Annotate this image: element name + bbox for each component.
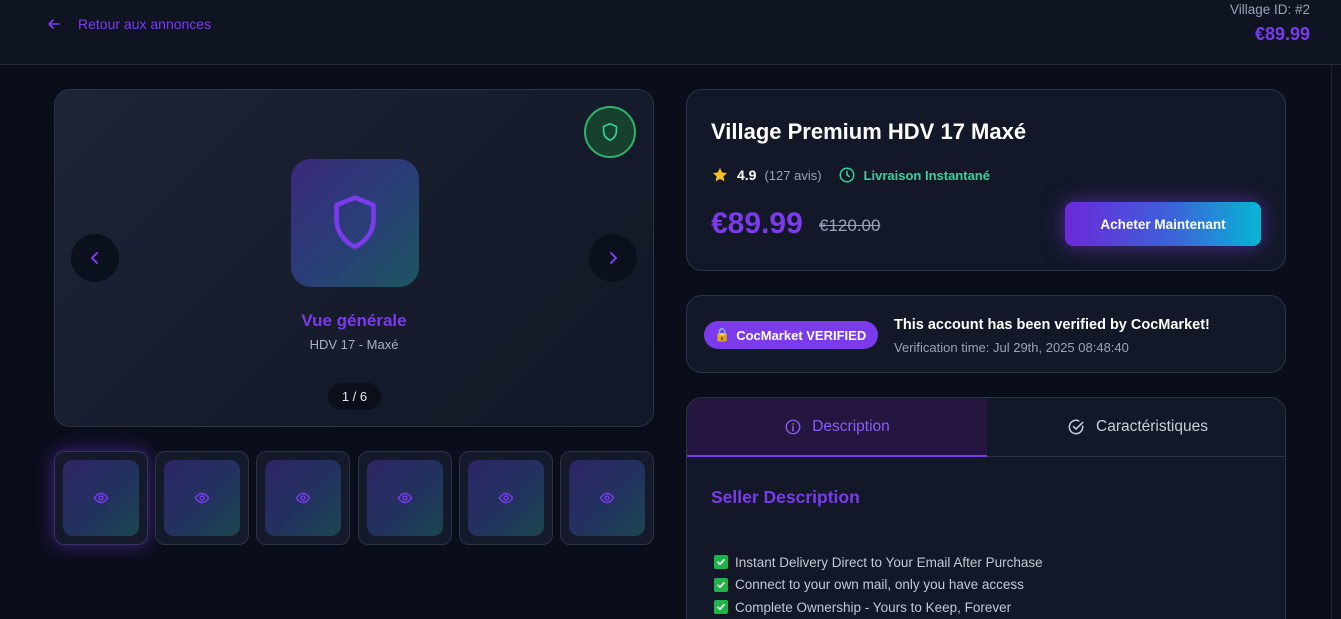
back-to-listings-link[interactable]: Retour aux annonces — [46, 15, 211, 33]
next-image-button[interactable] — [589, 234, 637, 282]
current-price: €89.99 — [711, 207, 803, 240]
checkmark-icon — [714, 555, 728, 570]
feature-text: Connect to your own mail, only you have … — [735, 577, 1024, 593]
chevron-left-icon — [91, 252, 98, 264]
check-circle-icon — [1068, 419, 1084, 435]
product-title: Village Premium HDV 17 Maxé — [711, 119, 1027, 144]
thumbnail-3[interactable] — [256, 451, 350, 545]
slide-title: Vue générale — [301, 311, 407, 330]
delivery-label: Livraison Instantané — [863, 167, 990, 183]
thumbnail-tile — [63, 460, 139, 536]
tab-description-label: Description — [812, 417, 890, 435]
thumbnail-tile — [164, 460, 240, 536]
slide-subtitle: HDV 17 - Maxé — [309, 337, 399, 352]
arrow-left-icon — [48, 19, 60, 29]
tab-characteristics[interactable]: Caractéristiques — [987, 398, 1285, 457]
top-right-summary: Village ID: #2 €89.99 — [1230, 2, 1310, 45]
shield-icon — [334, 195, 376, 250]
back-link-label: Retour aux annonces — [78, 16, 212, 32]
eye-icon — [194, 492, 210, 504]
shield-icon — [602, 122, 618, 142]
shield-badge — [584, 106, 636, 158]
feature-list: Instant Delivery Direct to Your Email Af… — [714, 551, 1043, 619]
thumbnail-4[interactable] — [358, 451, 452, 545]
header-price: €89.99 — [1254, 24, 1310, 44]
image-gallery: Vue générale HDV 17 - Maxé 1 / 6 — [54, 89, 654, 427]
rating-value: 4.9 — [737, 167, 757, 183]
review-count: (127 avis) — [764, 167, 822, 183]
village-id: Village ID: #2 — [1229, 2, 1310, 17]
verified-badge-label: CocMarket VERIFIED — [736, 327, 867, 343]
verified-badge: 🔒 CocMarket VERIFIED — [704, 321, 879, 349]
eye-icon — [295, 492, 311, 504]
clock-icon — [839, 167, 855, 183]
thumbnail-5[interactable] — [459, 451, 553, 545]
feature-text: Complete Ownership - Yours to Keep, Fore… — [735, 599, 1012, 615]
star-icon — [712, 167, 728, 182]
details-tabs-card: Description Caractéristiques Seller Desc… — [686, 397, 1286, 619]
top-bar: Retour aux annonces Village ID: #2 €89.9… — [0, 0, 1341, 65]
slide-counter: 1 / 6 — [328, 383, 381, 410]
thumbnail-1[interactable] — [54, 451, 148, 545]
thumbnail-tile — [367, 460, 443, 536]
checkmark-icon — [714, 600, 728, 615]
scrollbar[interactable] — [1331, 65, 1341, 619]
eye-icon — [93, 492, 109, 504]
product-meta: 4.9 (127 avis) Livraison Instantané — [711, 164, 990, 186]
verification-card: 🔒 CocMarket VERIFIED This account has be… — [686, 295, 1286, 373]
list-item: Instant Delivery Direct to Your Email Af… — [714, 551, 1043, 574]
chevron-right-icon — [610, 252, 617, 264]
thumbnail-2[interactable] — [155, 451, 249, 545]
previous-image-button[interactable] — [71, 234, 119, 282]
lock-icon: 🔒 — [714, 327, 731, 342]
thumbnail-6[interactable] — [560, 451, 654, 545]
thumbnail-tile — [468, 460, 544, 536]
tab-characteristics-label: Caractéristiques — [1096, 418, 1208, 435]
checkmark-icon — [714, 577, 728, 592]
verification-time: Verification time: Jul 29th, 2025 08:48:… — [894, 340, 1129, 355]
feature-text: Instant Delivery Direct to Your Email Af… — [735, 554, 1043, 570]
seller-description-title: Seller Description — [711, 487, 860, 507]
list-item: Connect to your own mail, only you have … — [714, 574, 1043, 597]
product-card: Village Premium HDV 17 Maxé 4.9 (127 avi… — [686, 89, 1286, 271]
thumbnail-tile — [265, 460, 341, 536]
tab-description[interactable]: Description — [687, 398, 987, 457]
list-item: Complete Ownership - Yours to Keep, Fore… — [714, 596, 1043, 619]
thumbnail-tile — [569, 460, 645, 536]
original-price: €120.00 — [819, 216, 881, 235]
buy-now-button[interactable]: Acheter Maintenant — [1065, 202, 1261, 246]
eye-icon — [397, 492, 413, 504]
main-image-tile — [291, 159, 419, 287]
verification-title: This account has been verified by CocMar… — [894, 317, 1210, 333]
eye-icon — [498, 492, 514, 504]
eye-icon — [599, 492, 615, 504]
thumbnail-strip — [54, 451, 654, 545]
info-icon — [785, 419, 801, 434]
